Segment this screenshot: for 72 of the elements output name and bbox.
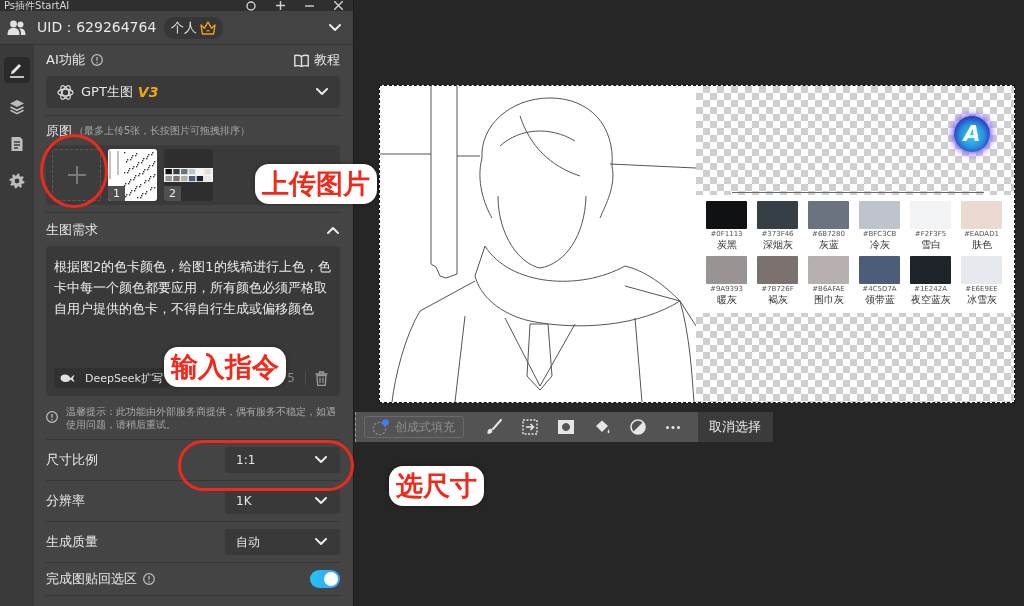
thumbnail-number: 2 [164,186,181,201]
section-label: 生图需求 [46,221,98,239]
dropdown-select[interactable]: 1:1 [225,447,340,473]
mask-icon[interactable] [558,420,574,434]
deselect-button[interactable]: 取消选择 [698,412,773,442]
upload-hint: （最多上传5张，长按图片可拖拽排序） [74,123,251,138]
image-thumbnail[interactable]: 2 [164,149,213,201]
toggle-switch[interactable] [310,570,340,588]
contrast-icon[interactable] [630,419,646,435]
thumbnail-number: 1 [108,186,125,201]
swatch-name: 肤色 [971,239,992,251]
swatch-name: 灰蓝 [818,239,839,251]
pencil-icon [8,62,25,78]
layers-icon [8,99,25,115]
swatch-name: 雪白 [920,239,941,251]
chevron-down-icon [316,88,328,96]
sidebar-tab[interactable] [3,57,30,83]
circle-icon[interactable] [246,0,256,11]
setting-label: 生成质量 [46,533,98,551]
model-select[interactable]: GPT生图 V3 [46,76,340,108]
expand-button[interactable]: DeepSeek扩写 [54,368,169,388]
notice-text: 温馨提示：此功能由外部服务商提供，偶有服务不稳定，如遇使用问题，请稍后重试。 [66,405,337,431]
atom-icon [57,83,74,101]
setting-label: 尺寸比例 [46,451,98,469]
select-subject-icon[interactable] [522,419,538,435]
user-id: UID：629264764 [37,18,157,37]
plus-icon[interactable] [276,1,285,10]
character-count: 5 [287,371,295,385]
swatch-name: 冷灰 [869,239,890,251]
close-icon[interactable] [334,1,343,10]
chevron-down-icon [315,497,327,505]
swatch-name: 夜空蓝灰 [910,294,951,306]
chevron-down-icon [315,456,327,464]
add-image-button[interactable] [52,149,101,201]
palette-drawing [164,168,213,182]
swatch-name: 冰雪灰 [966,294,997,306]
brush-icon[interactable] [486,419,502,435]
setting-label: 分辨率 [46,492,85,510]
plus-icon [67,166,86,184]
trash-icon[interactable] [315,370,328,386]
swatch-name: 褐灰 [767,294,788,306]
fish-icon [60,373,75,383]
info-icon [90,54,103,66]
window-title: Ps插件StartAI [4,0,70,11]
plan-badge[interactable]: 个人 [164,16,224,39]
dropdown-select[interactable]: 自动 [225,529,340,555]
app-logo: A [954,116,990,152]
setting-label: 完成图贴回选区 [46,570,137,588]
chevron-up-icon[interactable] [327,226,339,234]
book-icon [294,53,309,67]
image-thumbnail[interactable]: 1 [108,149,157,201]
sparkle-circle-icon [372,418,389,436]
section-label: AI功能 [46,51,85,69]
annotation-label: 上传图片 [255,164,377,204]
swatch-name: 领带蓝 [864,294,895,306]
swatch-name: 暖灰 [716,294,737,306]
chevron-down-icon[interactable] [329,23,341,32]
annotation-label: 选尺寸 [389,466,484,506]
info-icon [46,411,58,423]
chevron-down-icon [315,538,327,546]
swatch-name: 深烟灰 [762,239,793,251]
minimize-icon[interactable] [305,4,314,7]
tutorial-link[interactable]: 教程 [294,51,340,69]
swatch-name: 围巾灰 [813,294,844,306]
paint-bucket-icon[interactable] [594,419,610,435]
users-icon [7,20,26,35]
crown-icon [200,20,217,35]
annotation-label: 输入指令 [164,347,286,387]
swatch-name: 炭黑 [716,239,737,251]
more-icon[interactable] [666,425,680,429]
info-icon [143,573,155,585]
settings-icon [8,173,25,189]
